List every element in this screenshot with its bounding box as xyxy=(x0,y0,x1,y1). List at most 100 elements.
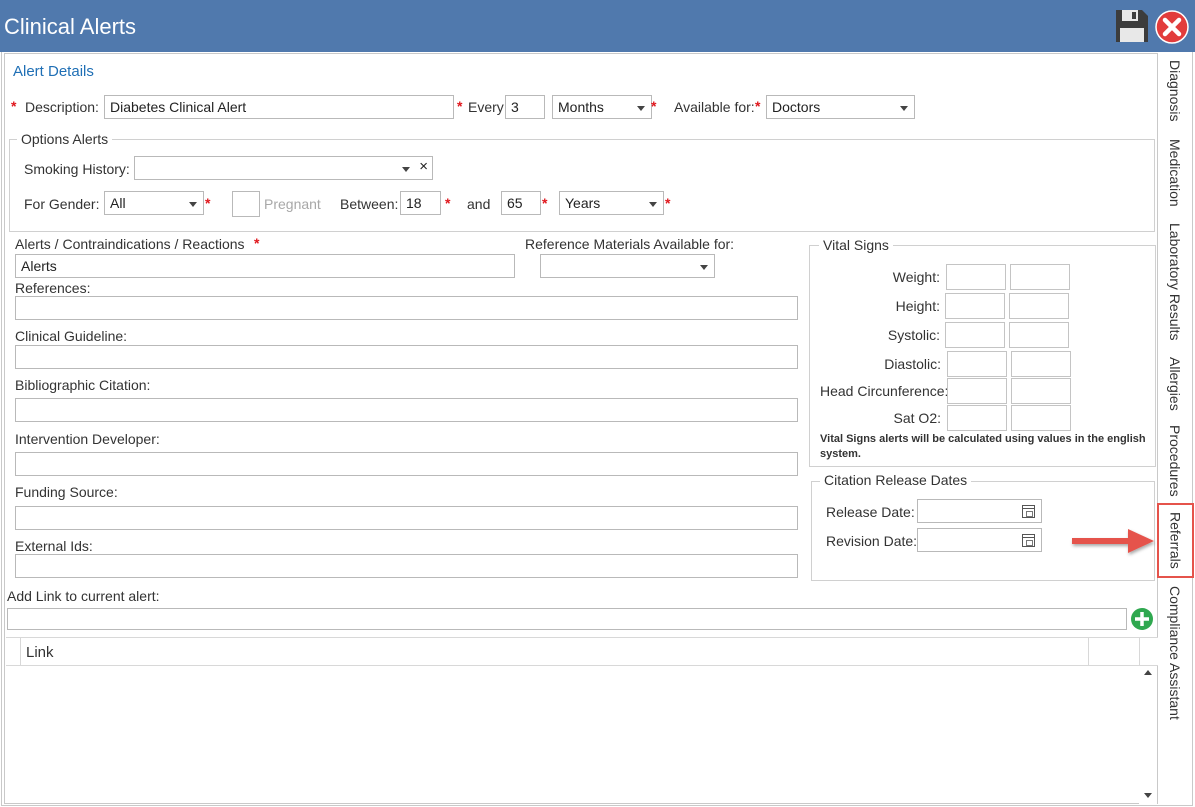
head-circumference-max-input[interactable] xyxy=(1011,378,1071,404)
age-from-input[interactable]: 18 xyxy=(400,191,441,215)
age-unit-value: Years xyxy=(565,195,601,211)
required-marker: * xyxy=(445,195,451,211)
revision-date-label: Revision Date: xyxy=(826,533,918,549)
tab-referrals[interactable]: Referrals xyxy=(1157,503,1194,578)
sat-o2-max-input[interactable] xyxy=(1011,405,1071,431)
diastolic-min-input[interactable] xyxy=(947,351,1007,377)
head-circumference-min-input[interactable] xyxy=(947,378,1007,404)
tab-allergies-label: Allergies xyxy=(1167,357,1183,411)
smoking-history-select[interactable]: × xyxy=(134,156,433,180)
alerts-input[interactable]: Alerts xyxy=(15,254,515,278)
tab-medication-label: Medication xyxy=(1167,139,1183,207)
systolic-max-input[interactable] xyxy=(1009,322,1069,348)
close-button[interactable] xyxy=(1155,10,1189,44)
weight-label: Weight: xyxy=(892,269,940,285)
tab-medication[interactable]: Medication xyxy=(1160,136,1190,210)
revision-date-input[interactable] xyxy=(917,528,1042,552)
required-marker: * xyxy=(542,195,548,211)
release-date-input[interactable] xyxy=(917,499,1042,523)
tab-procedures-label: Procedures xyxy=(1167,425,1183,497)
scroll-up-icon[interactable] xyxy=(1144,670,1152,675)
scrollbar[interactable] xyxy=(1139,666,1157,804)
tab-allergies[interactable]: Allergies xyxy=(1160,354,1190,414)
pregnant-label: Pregnant xyxy=(264,196,321,212)
chevron-down-icon xyxy=(649,202,657,207)
chevron-down-icon xyxy=(637,106,645,111)
calendar-icon[interactable] xyxy=(1022,505,1035,518)
add-circle-icon xyxy=(1131,608,1153,630)
diastolic-label: Diastolic: xyxy=(884,356,941,372)
diastolic-max-input[interactable] xyxy=(1011,351,1071,377)
sat-o2-min-input[interactable] xyxy=(947,405,1007,431)
tab-procedures[interactable]: Procedures xyxy=(1160,424,1190,498)
options-alerts-title: Options Alerts xyxy=(17,131,113,147)
chevron-down-icon xyxy=(402,167,410,172)
tab-laboratory-results[interactable]: Laboratory Results xyxy=(1160,222,1190,342)
reference-materials-select[interactable] xyxy=(540,254,715,278)
column-divider xyxy=(1139,638,1140,665)
external-ids-label: External Ids: xyxy=(15,538,93,554)
description-label: Description: xyxy=(25,99,99,115)
bibliographic-citation-input[interactable] xyxy=(15,398,798,422)
period-select[interactable]: Months xyxy=(552,95,652,119)
chevron-down-icon xyxy=(700,265,708,270)
link-column-header[interactable]: Link xyxy=(26,644,54,661)
chevron-down-icon xyxy=(900,106,908,111)
alert-details-heading: Alert Details xyxy=(13,63,94,80)
tab-diagnosis[interactable]: Diagnosis xyxy=(1160,58,1190,124)
sat-o2-label: Sat O2: xyxy=(893,410,941,426)
scroll-down-icon[interactable] xyxy=(1144,793,1152,798)
column-divider xyxy=(1088,638,1089,665)
required-marker: * xyxy=(665,195,671,211)
clinical-guideline-label: Clinical Guideline: xyxy=(15,328,128,344)
references-input[interactable] xyxy=(15,296,798,320)
clinical-guideline-input[interactable] xyxy=(15,345,798,369)
bibliographic-citation-label: Bibliographic Citation: xyxy=(15,377,151,393)
smoking-history-label: Smoking History: xyxy=(24,161,130,177)
pregnant-checkbox[interactable] xyxy=(232,191,260,217)
tab-compliance-assistant[interactable]: Compliance Assistant xyxy=(1160,584,1190,722)
add-link-input[interactable] xyxy=(7,608,1127,630)
alerts-label: Alerts / Contraindications / Reactions xyxy=(15,236,245,252)
weight-min-input[interactable] xyxy=(946,264,1006,290)
age-unit-select[interactable]: Years xyxy=(559,191,664,215)
links-grid-header: Link xyxy=(6,638,1158,666)
annotation-arrow-icon xyxy=(1072,529,1154,553)
head-circumference-label: Head Circunference: xyxy=(820,383,949,399)
references-label: References: xyxy=(15,280,91,296)
intervention-developer-label: Intervention Developer: xyxy=(15,431,160,447)
every-input[interactable]: 3 xyxy=(505,95,545,119)
window-title: Clinical Alerts xyxy=(4,14,137,39)
close-icon xyxy=(1155,10,1189,44)
age-to-input[interactable]: 65 xyxy=(501,191,541,215)
intervention-developer-input[interactable] xyxy=(15,452,798,476)
available-for-select[interactable]: Doctors xyxy=(766,95,915,119)
tab-referrals-label: Referrals xyxy=(1167,512,1184,569)
gender-value: All xyxy=(110,195,126,211)
reference-materials-label: Reference Materials Available for: xyxy=(525,236,735,252)
add-link-label: Add Link to current alert: xyxy=(7,588,160,604)
period-select-value: Months xyxy=(558,99,604,115)
funding-source-input[interactable] xyxy=(15,506,798,530)
systolic-label: Systolic: xyxy=(887,327,940,343)
height-min-input[interactable] xyxy=(945,293,1005,319)
clear-icon[interactable]: × xyxy=(419,158,428,175)
options-alerts-group xyxy=(9,139,1155,232)
weight-max-input[interactable] xyxy=(1010,264,1070,290)
floppy-disk-icon xyxy=(1116,10,1148,42)
tab-compliance-assistant-label: Compliance Assistant xyxy=(1167,586,1183,720)
systolic-min-input[interactable] xyxy=(945,322,1005,348)
and-label: and xyxy=(467,196,491,212)
citation-release-dates-title: Citation Release Dates xyxy=(820,472,972,488)
available-for-label: Available for: xyxy=(674,99,755,115)
external-ids-input[interactable] xyxy=(15,554,798,578)
vital-signs-note: Vital Signs alerts will be calculated us… xyxy=(820,433,1146,460)
chevron-down-icon xyxy=(189,202,197,207)
save-button[interactable] xyxy=(1114,8,1150,44)
title-bar: Clinical Alerts xyxy=(0,0,1195,52)
description-input[interactable]: Diabetes Clinical Alert xyxy=(104,95,454,119)
height-max-input[interactable] xyxy=(1009,293,1069,319)
gender-select[interactable]: All xyxy=(104,191,204,215)
add-link-button[interactable] xyxy=(1130,607,1154,631)
calendar-icon[interactable] xyxy=(1022,534,1035,547)
